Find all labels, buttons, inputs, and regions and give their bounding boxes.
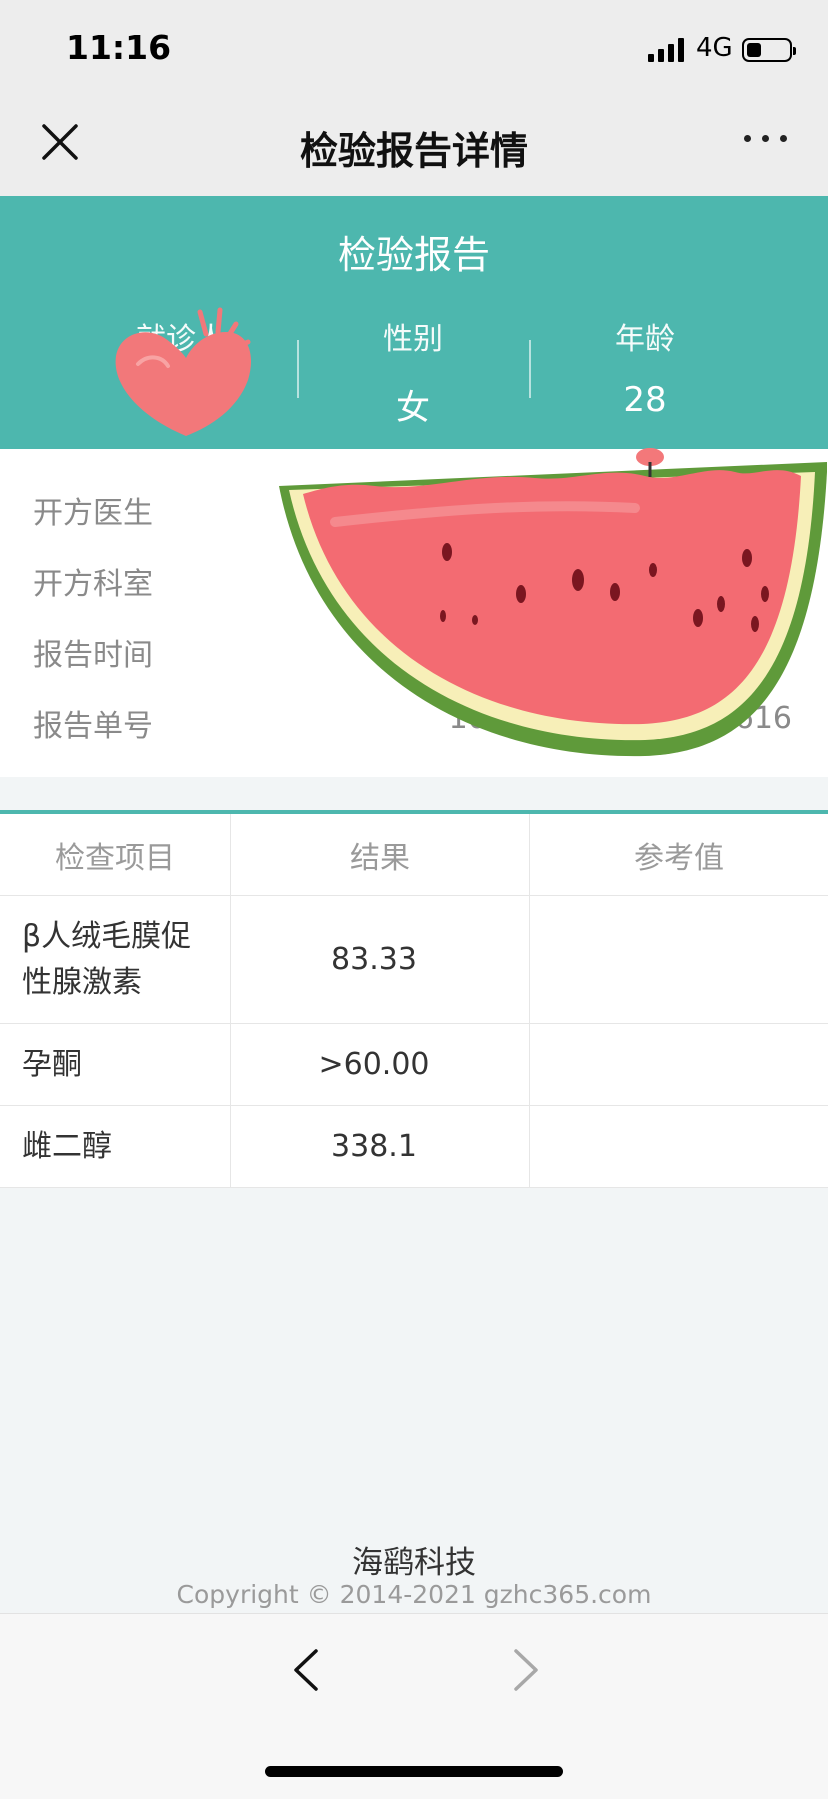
patient-column: 就诊人 [66, 314, 296, 358]
forward-icon[interactable] [500, 1645, 550, 1695]
age-column: 年龄 28 [530, 314, 760, 420]
header-result: 结果 [231, 814, 530, 896]
table-row-item: 孕酮 [0, 1024, 231, 1106]
doctor-label: 开方医生 [33, 496, 153, 531]
table-row-item: 雌二醇 [0, 1106, 231, 1188]
status-time: 11:16 [66, 28, 172, 67]
item-result: 338.1 [231, 1106, 530, 1188]
report-time-value: 1 [772, 630, 792, 665]
patient-label: 就诊人 [136, 322, 226, 357]
item-reference [530, 896, 828, 1024]
item-reference [530, 1024, 828, 1106]
report-title: 检验报告 [337, 233, 490, 277]
item-result: >60.00 [231, 1024, 530, 1106]
brand-name: 海鹞科技 [352, 1545, 476, 1581]
report-time-label: 报告时间 [33, 638, 153, 673]
battery-icon [742, 38, 796, 62]
back-icon[interactable] [282, 1645, 332, 1695]
item-reference [530, 1106, 828, 1188]
item-result: 83.33 [231, 896, 530, 1024]
department-label: 开方科室 [33, 567, 153, 602]
report-number-label: 报告单号 [33, 709, 153, 744]
results-table: 检查项目 结果 参考值 β人绒毛膜促性腺激素 83.33 孕酮 >60.00 雌… [0, 814, 828, 1188]
signal-icon [648, 38, 684, 62]
gender-column: 性别 女 [298, 314, 528, 429]
item-name: β人绒毛膜促性腺激素 [22, 918, 192, 1000]
table-row-item: β人绒毛膜促性腺激素 [0, 896, 231, 1024]
header-item: 检查项目 [0, 814, 231, 896]
copyright: Copyright © 2014-2021 gzhc365.com [176, 1580, 652, 1609]
page-title: 检验报告详情 [299, 129, 528, 173]
age-label: 年龄 [615, 322, 675, 357]
home-indicator [265, 1766, 563, 1777]
gender-label: 性别 [383, 322, 443, 357]
report-number-value: 100 24616 [448, 701, 792, 736]
network-label: 4G [696, 33, 733, 63]
more-icon[interactable] [744, 128, 788, 148]
age-value: 28 [623, 380, 667, 420]
gender-value: 女 [396, 388, 430, 428]
header-reference: 参考值 [530, 814, 828, 896]
